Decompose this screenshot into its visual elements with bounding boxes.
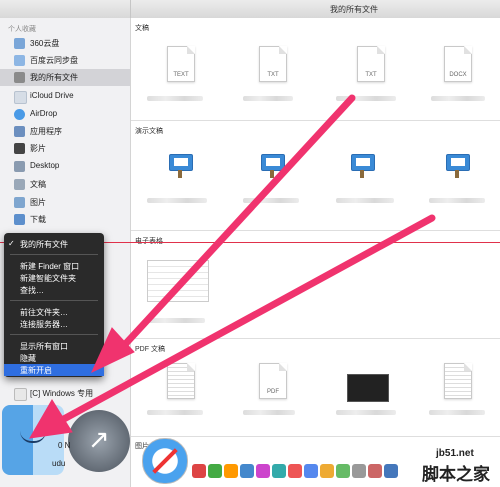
annotation-arrow [114,94,356,356]
annotation-arrowhead [90,327,135,374]
annotation-arrows [29,94,436,439]
annotation-arrow [58,214,436,424]
watermark-site: jb51.net [436,448,474,459]
watermark-name: 脚本之家 [422,465,490,484]
